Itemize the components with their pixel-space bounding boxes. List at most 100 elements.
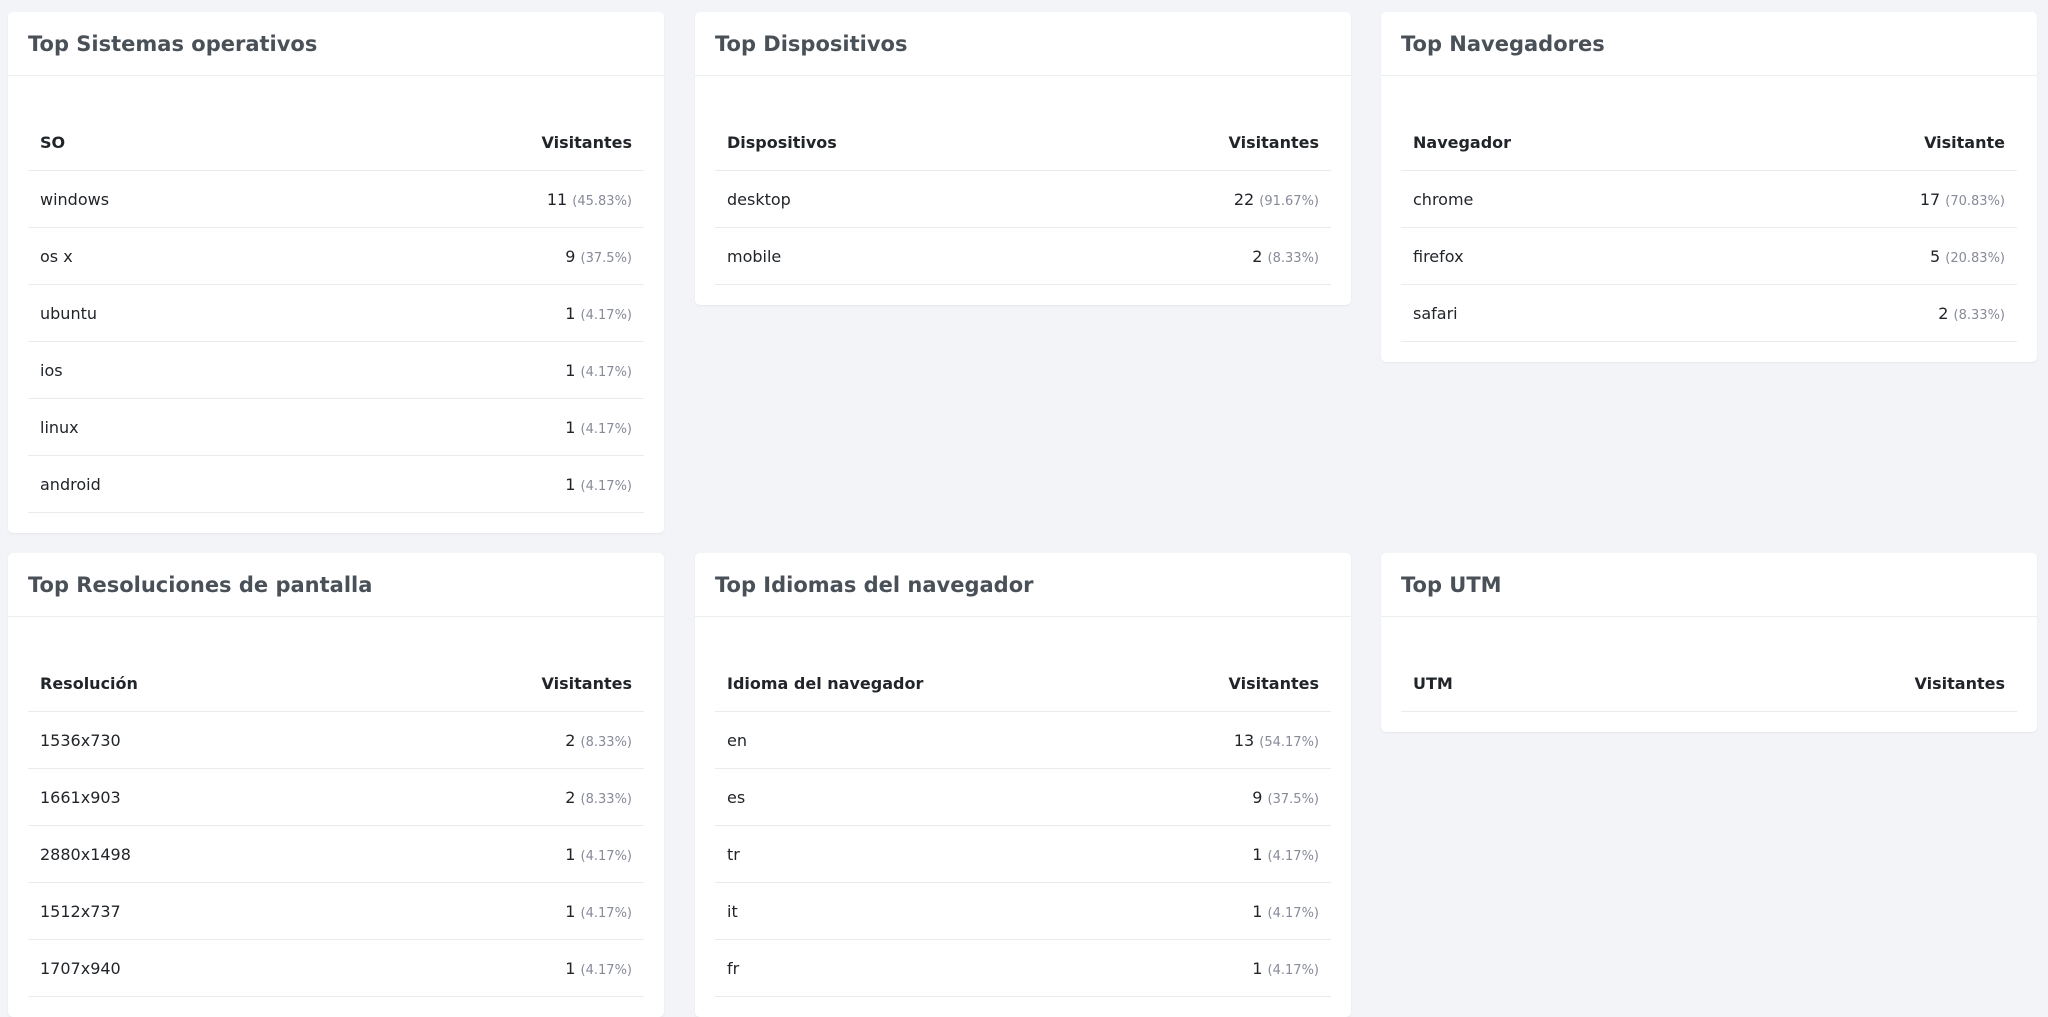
table-row: desktop 22 (91.67%) bbox=[715, 170, 1331, 228]
card-top-browsers: Top Navegadores Navegador Visitante chro… bbox=[1381, 12, 2037, 362]
card-body: Dispositivos Visitantes desktop 22 (91.6… bbox=[695, 76, 1351, 305]
row-label: chrome bbox=[1401, 170, 1709, 228]
visitor-percentage: (91.67%) bbox=[1259, 193, 1319, 209]
card-body: Navegador Visitante chrome 17 (70.83%) f… bbox=[1381, 76, 2037, 362]
visitor-count: 1 bbox=[565, 360, 576, 380]
visitor-percentage: (70.83%) bbox=[1945, 193, 2005, 209]
visitor-count: 1 bbox=[1252, 844, 1263, 864]
stats-table: SO Visitantes windows 11 (45.83%) os x 9… bbox=[28, 114, 644, 513]
row-value: 1 (4.17%) bbox=[336, 825, 644, 883]
table-header-row: Dispositivos Visitantes bbox=[715, 114, 1331, 171]
row-value: 1 (4.17%) bbox=[1023, 882, 1331, 940]
visitor-count: 2 bbox=[1938, 303, 1949, 323]
stats-table: Navegador Visitante chrome 17 (70.83%) f… bbox=[1401, 114, 2017, 342]
column-header-label: SO bbox=[28, 114, 336, 171]
row-value: 5 (20.83%) bbox=[1709, 227, 2017, 285]
row-value: 1 (4.17%) bbox=[336, 939, 644, 997]
visitor-percentage: (37.5%) bbox=[580, 250, 632, 266]
visitor-count: 11 bbox=[546, 189, 568, 209]
row-value: 13 (54.17%) bbox=[1023, 711, 1331, 769]
row-label: mobile bbox=[715, 227, 1023, 285]
visitor-count: 1 bbox=[1252, 901, 1263, 921]
row-value: 2 (8.33%) bbox=[336, 768, 644, 826]
visitor-count: 1 bbox=[565, 844, 576, 864]
row-value: 11 (45.83%) bbox=[336, 170, 644, 228]
visitor-count: 1 bbox=[565, 303, 576, 323]
row-value: 9 (37.5%) bbox=[1023, 768, 1331, 826]
table-row: ubuntu 1 (4.17%) bbox=[28, 284, 644, 342]
visitor-count: 17 bbox=[1919, 189, 1941, 209]
visitor-percentage: (8.33%) bbox=[1953, 307, 2005, 323]
visitor-percentage: (4.17%) bbox=[580, 848, 632, 864]
visitor-count: 2 bbox=[1252, 246, 1263, 266]
row-value: 1 (4.17%) bbox=[336, 284, 644, 342]
table-row: it 1 (4.17%) bbox=[715, 882, 1331, 940]
table-header-row: UTM Visitantes bbox=[1401, 655, 2017, 712]
table-header-row: Idioma del navegador Visitantes bbox=[715, 655, 1331, 712]
visitor-count: 13 bbox=[1233, 730, 1255, 750]
row-value: 1 (4.17%) bbox=[1023, 825, 1331, 883]
visitor-percentage: (54.17%) bbox=[1259, 734, 1319, 750]
row-value: 1 (4.17%) bbox=[336, 882, 644, 940]
table-header-row: Navegador Visitante bbox=[1401, 114, 2017, 171]
card-body: Resolución Visitantes 1536x730 2 (8.33%)… bbox=[8, 617, 664, 1017]
visitor-count: 1 bbox=[565, 901, 576, 921]
visitor-percentage: (37.5%) bbox=[1267, 791, 1319, 807]
visitor-percentage: (4.17%) bbox=[580, 364, 632, 380]
visitor-percentage: (20.83%) bbox=[1945, 250, 2005, 266]
card-header: Top UTM bbox=[1381, 553, 2037, 617]
column-header-visitors: Visitantes bbox=[336, 655, 644, 712]
row-label: safari bbox=[1401, 284, 1709, 342]
row-label: tr bbox=[715, 825, 1023, 883]
table-row: 1661x903 2 (8.33%) bbox=[28, 768, 644, 826]
row-label: os x bbox=[28, 227, 336, 285]
row-value: 9 (37.5%) bbox=[336, 227, 644, 285]
card-body: Idioma del navegador Visitantes en 13 (5… bbox=[695, 617, 1351, 1017]
table-row: es 9 (37.5%) bbox=[715, 768, 1331, 826]
column-header-label: Resolución bbox=[28, 655, 336, 712]
row-value: 17 (70.83%) bbox=[1709, 170, 2017, 228]
row-label: en bbox=[715, 711, 1023, 769]
row-label: 1707x940 bbox=[28, 939, 336, 997]
table-row: safari 2 (8.33%) bbox=[1401, 284, 2017, 342]
card-title: Top UTM bbox=[1401, 572, 1502, 597]
visitor-count: 1 bbox=[565, 474, 576, 494]
visitor-count: 2 bbox=[565, 787, 576, 807]
row-label: 1512x737 bbox=[28, 882, 336, 940]
row-value: 1 (4.17%) bbox=[336, 341, 644, 399]
visitor-count: 5 bbox=[1930, 246, 1941, 266]
column-header-visitors: Visitantes bbox=[1023, 655, 1331, 712]
visitor-count: 2 bbox=[565, 730, 576, 750]
row-label: ubuntu bbox=[28, 284, 336, 342]
column-header-visitors: Visitantes bbox=[1709, 655, 2017, 712]
visitor-percentage: (8.33%) bbox=[580, 734, 632, 750]
row-label: es bbox=[715, 768, 1023, 826]
card-top-utm: Top UTM UTM Visitantes bbox=[1381, 553, 2037, 732]
row-value: 1 (4.17%) bbox=[336, 398, 644, 456]
visitor-percentage: (4.17%) bbox=[580, 478, 632, 494]
table-row: tr 1 (4.17%) bbox=[715, 825, 1331, 883]
table-row: android 1 (4.17%) bbox=[28, 455, 644, 513]
row-label: 1536x730 bbox=[28, 711, 336, 769]
row-label: 2880x1498 bbox=[28, 825, 336, 883]
table-row: os x 9 (37.5%) bbox=[28, 227, 644, 285]
visitor-percentage: (4.17%) bbox=[1267, 905, 1319, 921]
row-value: 2 (8.33%) bbox=[336, 711, 644, 769]
row-label: linux bbox=[28, 398, 336, 456]
card-top-devices: Top Dispositivos Dispositivos Visitantes… bbox=[695, 12, 1351, 305]
column-header-label: Idioma del navegador bbox=[715, 655, 1023, 712]
table-row: 2880x1498 1 (4.17%) bbox=[28, 825, 644, 883]
visitor-percentage: (45.83%) bbox=[572, 193, 632, 209]
column-header-visitors: Visitantes bbox=[1023, 114, 1331, 171]
stats-table: Resolución Visitantes 1536x730 2 (8.33%)… bbox=[28, 655, 644, 997]
card-title: Top Navegadores bbox=[1401, 31, 1605, 56]
table-row: firefox 5 (20.83%) bbox=[1401, 227, 2017, 285]
table-row: ios 1 (4.17%) bbox=[28, 341, 644, 399]
visitor-percentage: (4.17%) bbox=[1267, 962, 1319, 978]
row-label: android bbox=[28, 455, 336, 513]
table-row: 1536x730 2 (8.33%) bbox=[28, 711, 644, 769]
visitor-count: 22 bbox=[1233, 189, 1255, 209]
row-label: firefox bbox=[1401, 227, 1709, 285]
table-row: mobile 2 (8.33%) bbox=[715, 227, 1331, 285]
row-label: desktop bbox=[715, 170, 1023, 228]
